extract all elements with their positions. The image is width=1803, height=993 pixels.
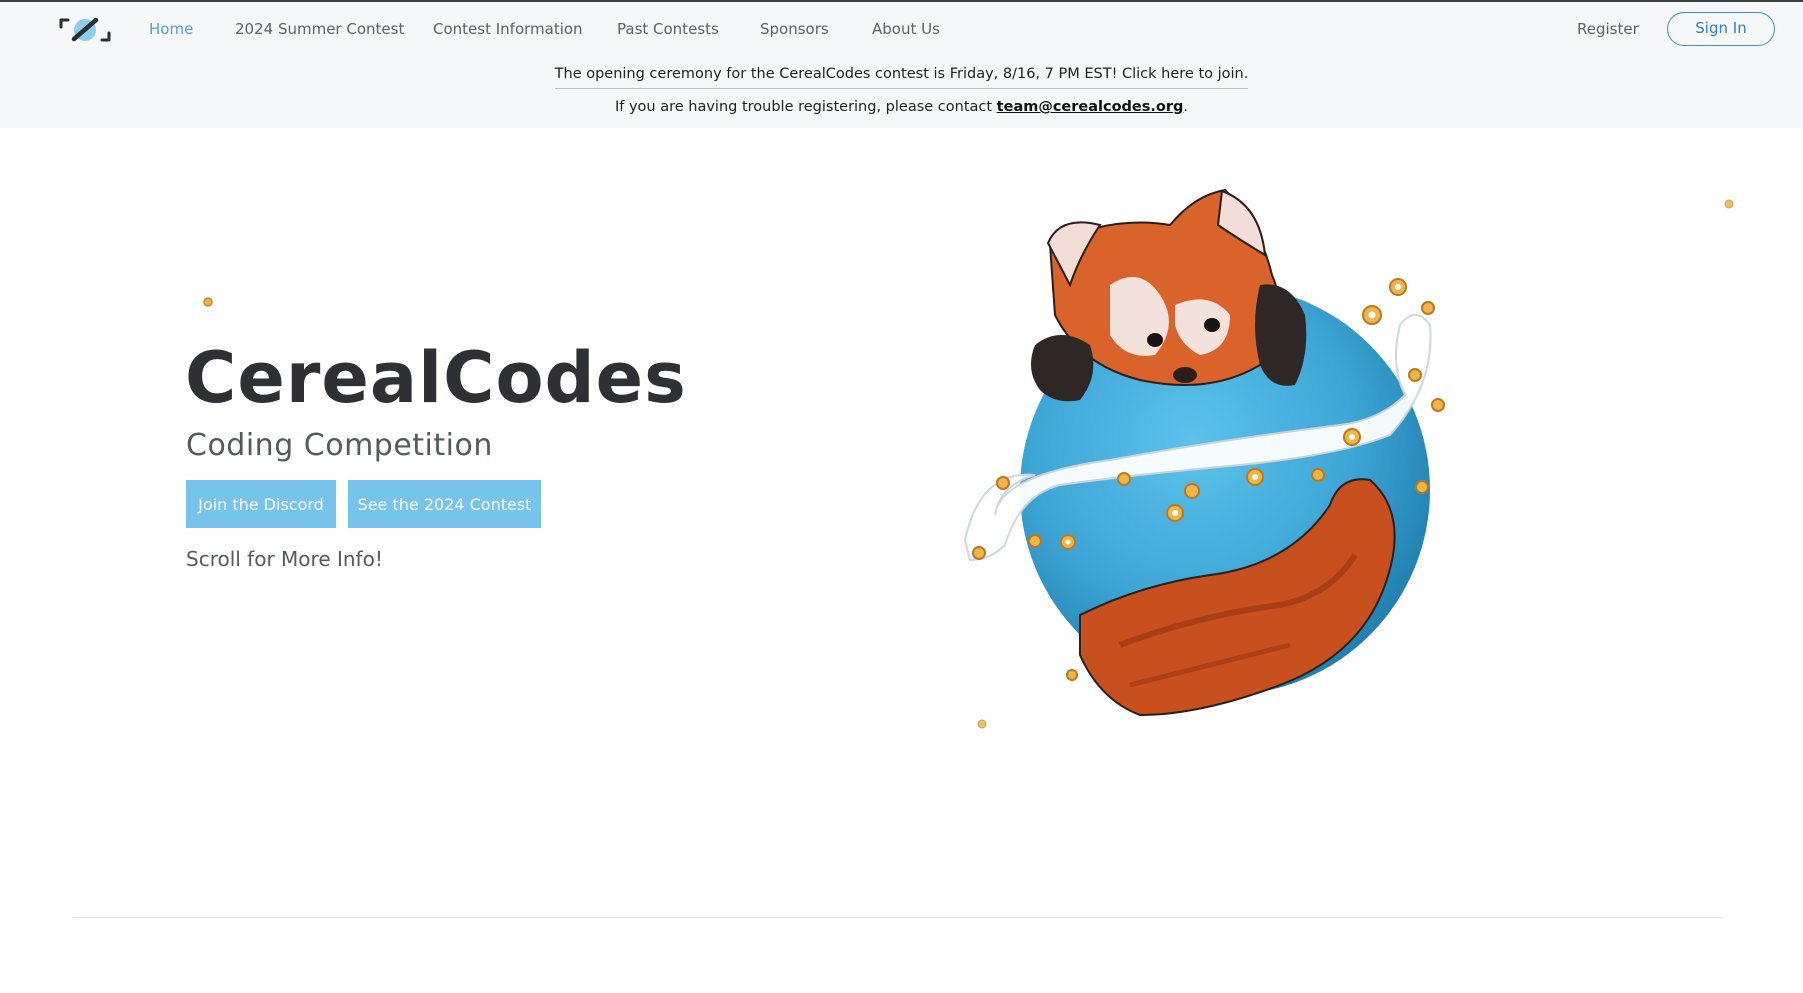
section-divider — [73, 917, 1723, 918]
cereal-speck-icon — [203, 297, 213, 307]
register-link[interactable]: Register — [1577, 20, 1639, 38]
announcement-banner: The opening ceremony for the CerealCodes… — [0, 56, 1803, 128]
contact-text: If you are having trouble registering, p… — [614, 99, 997, 115]
sign-in-button[interactable]: Sign In — [1667, 12, 1775, 46]
join-discord-button[interactable]: Join the Discord — [186, 480, 336, 528]
see-2024-contest-button[interactable]: See the 2024 Contest — [348, 480, 541, 528]
contact-suffix: . — [1183, 99, 1189, 115]
nav-contest-information[interactable]: Contest Information — [433, 20, 583, 38]
announcement-opening-ceremony: The opening ceremony for the CerealCodes… — [0, 64, 1803, 89]
hero-title: CerealCodes — [185, 337, 687, 419]
nav-home[interactable]: Home — [149, 20, 193, 38]
nav-about-us[interactable]: About Us — [872, 20, 940, 38]
red-panda-globe-illustration — [963, 188, 1445, 717]
nav-past-contests[interactable]: Past Contests — [617, 20, 719, 38]
cerealcodes-logo-icon[interactable] — [58, 14, 112, 46]
hero-subtitle: Coding Competition — [186, 428, 493, 463]
contact-email-link[interactable]: team@cerealcodes.org — [997, 99, 1184, 115]
navbar: Home 2024 Summer Contest Contest Informa… — [0, 2, 1803, 56]
scroll-hint: Scroll for More Info! — [186, 547, 383, 571]
announcement-contact: If you are having trouble registering, p… — [0, 97, 1803, 117]
cereal-speck-icon — [1724, 199, 1734, 209]
opening-ceremony-link[interactable]: The opening ceremony for the CerealCodes… — [554, 64, 1249, 89]
nav-2024-summer-contest[interactable]: 2024 Summer Contest — [235, 20, 404, 38]
nav-sponsors[interactable]: Sponsors — [760, 20, 829, 38]
